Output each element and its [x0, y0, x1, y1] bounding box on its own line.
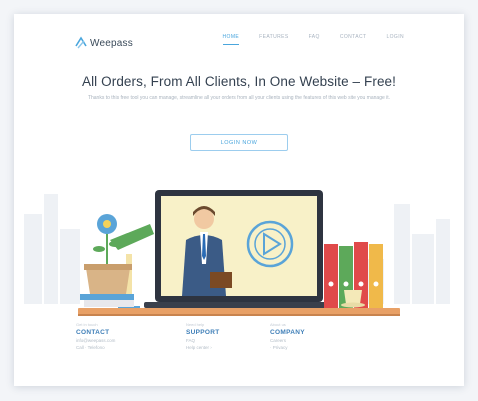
- footer-caption: Need help: [186, 322, 205, 327]
- footer-title[interactable]: SUPPORT: [186, 329, 276, 336]
- footer-caption: Get in touch: [76, 322, 98, 327]
- laptop-icon: [144, 190, 334, 308]
- landing-page: Weepass HOME FEATURES FAQ CONTACT LOGIN …: [14, 14, 464, 386]
- brand-logo[interactable]: Weepass: [74, 36, 133, 50]
- nav-contact[interactable]: CONTACT: [340, 34, 367, 45]
- main-nav: HOME FEATURES FAQ CONTACT LOGIN: [222, 34, 404, 45]
- footer-line[interactable]: · Privacy: [270, 345, 360, 350]
- footer: Get in touch CONTACT info@weepass.com Ca…: [14, 314, 464, 386]
- footer-title[interactable]: CONTACT: [76, 329, 166, 336]
- nav-login[interactable]: LOGIN: [386, 34, 404, 45]
- nav-features[interactable]: FEATURES: [259, 34, 289, 45]
- login-now-button[interactable]: LOGIN NOW: [190, 134, 288, 151]
- footer-contact: Get in touch CONTACT info@weepass.com Ca…: [76, 322, 166, 350]
- footer-line[interactable]: Help center ›: [186, 345, 276, 350]
- footer-line[interactable]: Call · Telefono: [76, 345, 166, 350]
- footer-title[interactable]: COMPANY: [270, 329, 360, 336]
- footer-caption: About us: [270, 322, 286, 327]
- hero-illustration: [14, 164, 464, 324]
- flower-pot-icon: [84, 214, 132, 294]
- brand-name: Weepass: [90, 37, 133, 49]
- books-icon: [80, 294, 134, 307]
- footer-company: About us COMPANY Careers · Privacy: [270, 322, 360, 350]
- nav-faq[interactable]: FAQ: [309, 34, 320, 45]
- logo-mark-icon: [74, 36, 88, 50]
- footer-line[interactable]: Careers: [270, 338, 360, 343]
- hero-subtitle: Thanks to this free tool you can manage,…: [87, 95, 391, 101]
- nav-home[interactable]: HOME: [222, 34, 240, 45]
- footer-line[interactable]: info@weepass.com: [76, 338, 166, 343]
- footer-support: Need help SUPPORT FAQ Help center ›: [186, 322, 276, 350]
- footer-line[interactable]: FAQ: [186, 338, 276, 343]
- hero-title: All Orders, From All Clients, In One Web…: [81, 74, 397, 89]
